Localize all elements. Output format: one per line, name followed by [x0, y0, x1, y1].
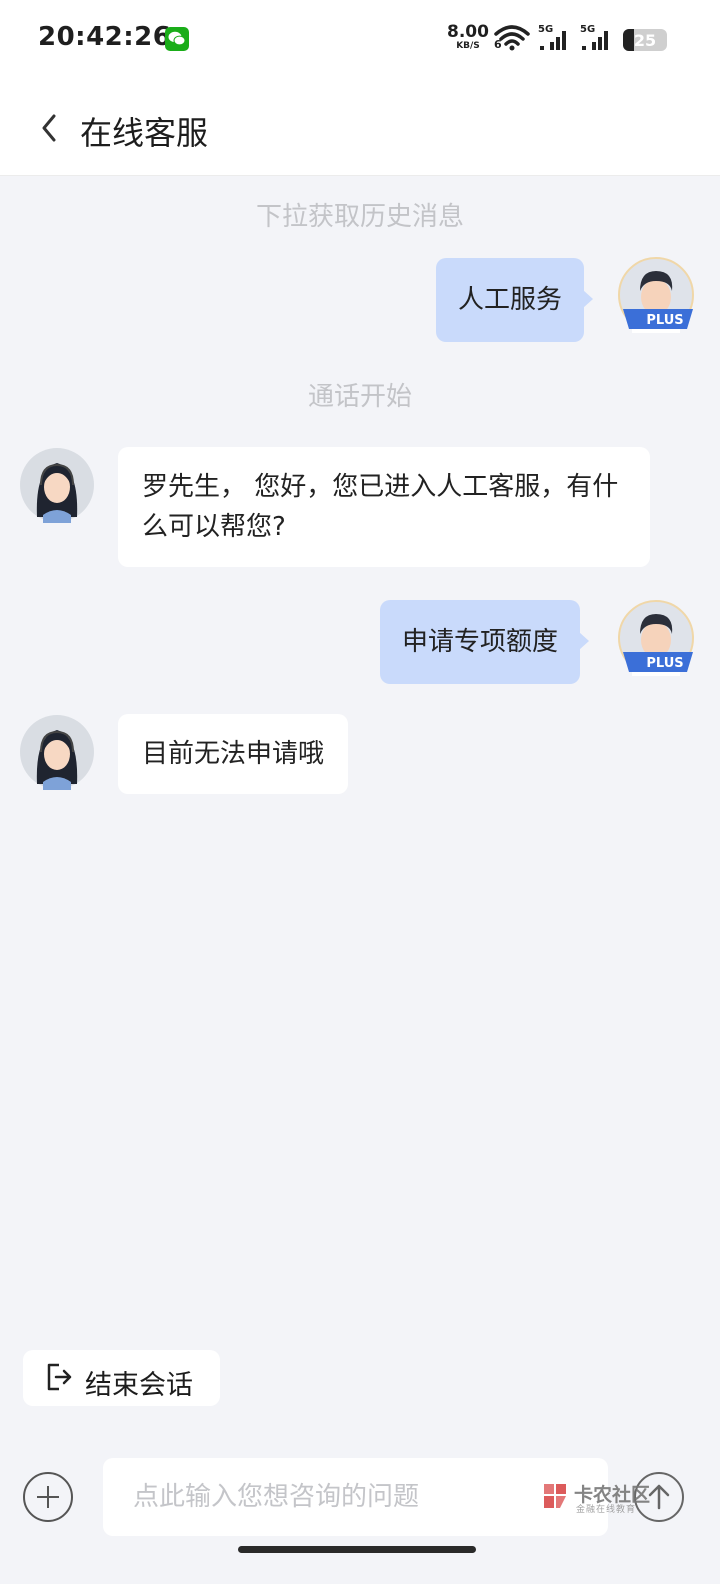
- status-bar: 20:42:26 8.00 KB/S 6 5G 5G 25: [0, 0, 720, 80]
- signal-icon: 5G: [580, 24, 612, 56]
- agent-avatar: [19, 714, 95, 790]
- agent-avatar: [19, 447, 95, 523]
- network-type-label: 6: [494, 38, 502, 51]
- input-bar: 卡农社区 金融在线教育: [0, 1432, 720, 1584]
- status-time: 20:42:26: [38, 22, 172, 52]
- svg-text:PLUS: PLUS: [646, 656, 683, 671]
- plus-badge: PLUS: [623, 652, 693, 672]
- end-session-label: 结束会话: [85, 1370, 193, 1401]
- network-speed: 8.00 KB/S: [447, 22, 489, 51]
- user-avatar[interactable]: PLUS: [618, 257, 694, 333]
- end-session-button[interactable]: 结束会话: [23, 1350, 220, 1406]
- back-icon[interactable]: [36, 110, 66, 146]
- add-icon[interactable]: [23, 1472, 73, 1522]
- watermark-logo-icon: [544, 1484, 566, 1508]
- user-message-bubble: 申请专项额度: [380, 600, 590, 684]
- message-input[interactable]: [103, 1458, 608, 1536]
- signal-icon: 5G: [538, 24, 570, 56]
- user-message-bubble: 人工服务: [436, 258, 594, 342]
- plus-badge: PLUS: [623, 309, 693, 329]
- call-started-note: 通话开始: [307, 382, 412, 412]
- svg-text:PLUS: PLUS: [646, 313, 683, 328]
- header: 在线客服: [0, 80, 720, 176]
- watermark-subtitle: 金融在线教育: [576, 1505, 637, 1515]
- wifi-icon: 6: [494, 24, 530, 56]
- user-avatar[interactable]: PLUS: [618, 600, 694, 676]
- agent-message-bubble: 目前无法申请哦: [118, 714, 349, 794]
- watermark: 卡农社区 金融在线教育: [540, 1480, 660, 1516]
- history-hint[interactable]: 下拉获取历史消息: [0, 196, 720, 233]
- page-title: 在线客服: [80, 114, 209, 152]
- battery-level: 25: [633, 31, 657, 50]
- agent-message-bubble: 罗先生， 您好，您已进入人工客服，有什么可以帮您?: [118, 447, 650, 567]
- home-indicator[interactable]: [238, 1546, 476, 1553]
- wechat-icon: [165, 27, 189, 51]
- battery-icon: 25: [623, 29, 667, 51]
- exit-icon: [47, 1363, 72, 1391]
